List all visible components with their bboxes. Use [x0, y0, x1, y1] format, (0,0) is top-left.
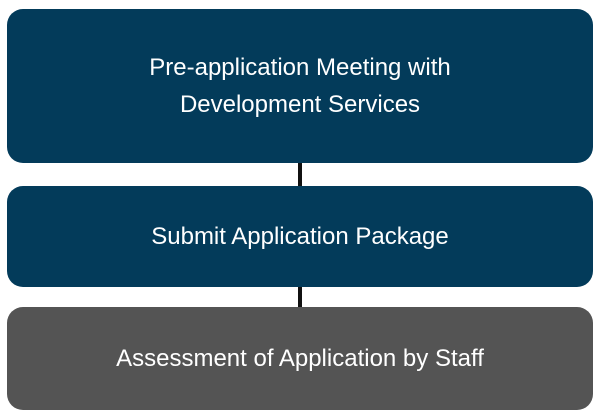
step-submit-application-package: Submit Application Package: [7, 186, 593, 287]
step-1-label-line-1: Pre-application Meeting with: [149, 54, 451, 81]
step-1-label-line-2: Development Services: [179, 91, 421, 118]
step-pre-application-meeting: Pre-application Meeting with Development…: [7, 9, 593, 163]
step-1-label: Pre-application Meeting with Development…: [149, 49, 451, 123]
step-2-label: Submit Application Package: [151, 223, 449, 250]
connector-1: [298, 163, 302, 186]
step-3-label: Assessment of Application by Staff: [116, 345, 484, 372]
connector-2: [298, 287, 302, 307]
step-assessment-by-staff: Assessment of Application by Staff: [7, 307, 593, 410]
